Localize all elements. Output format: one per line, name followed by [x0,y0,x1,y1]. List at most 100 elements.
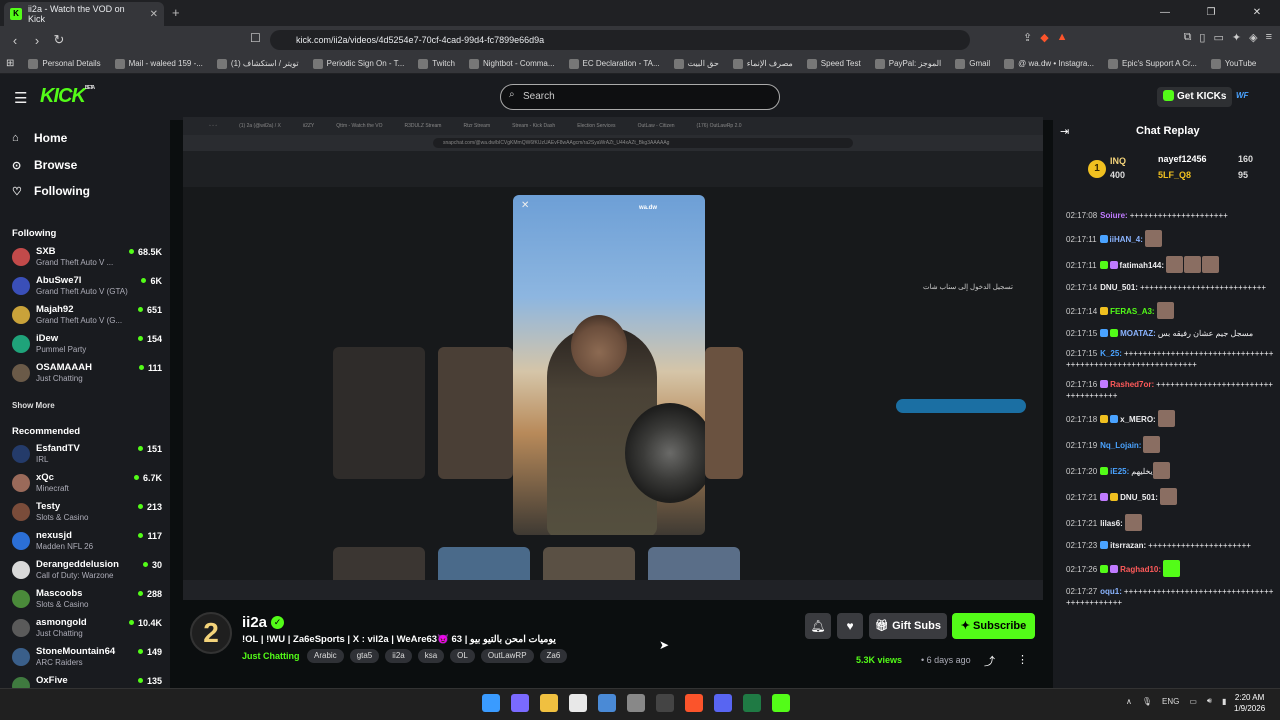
chat-username[interactable]: Nq_Lojain: [1100,441,1141,450]
kick-logo[interactable]: KICKBETA [40,85,95,108]
brave-shield-icon[interactable]: ◆ [1040,31,1048,44]
bookmark-item[interactable]: Epic's Support A Cr... [1108,58,1197,69]
sidebar-channel-testy[interactable]: Testy Slots & Casino 213 [12,500,162,526]
sidebar-icon[interactable]: ▯ [1199,31,1205,44]
vpn-icon[interactable]: ◈ [1249,31,1257,44]
video-player[interactable]: ◦ ◦ ◦ (1) 2a (@wil2a) / Xii2ZY Qttm - Watc… [183,117,1043,600]
sidebar-channel-idew[interactable]: iDew Pummel Party 154 [12,332,162,358]
settings-icon[interactable] [627,694,645,712]
share-icon[interactable]: ⤴ [984,653,995,669]
chat-username[interactable]: x_MERO: [1120,415,1156,424]
sidebar-nav-home[interactable]: ⌂ Home [12,131,67,145]
kick-icon[interactable] [772,694,790,712]
file-explorer-icon[interactable] [540,694,558,712]
channel-name[interactable]: ii2a [242,614,267,631]
maximize-icon[interactable]: ❐ [1188,0,1234,26]
apps-icon[interactable]: ⊞ [6,58,14,69]
show-more-link[interactable]: Show More [12,401,55,410]
chat-username[interactable]: iiHAN_4: [1110,235,1143,244]
copilot-icon[interactable] [511,694,529,712]
taskbar-clock[interactable]: 2:20 AM 1/9/2026 [1234,692,1265,714]
bookmark-item[interactable]: حق البيت [673,58,719,69]
chat-username[interactable]: lilas6: [1100,519,1123,528]
tag-chip[interactable]: OutLawRP [480,649,534,663]
network-icon[interactable]: ▭ [1189,697,1197,706]
bookmark-item[interactable]: Nightbot - Comma... [468,58,555,69]
sidebar-nav-browse[interactable]: ⊙ Browse [12,158,77,172]
notifications-bell-icon[interactable]: 🔔︎ [805,613,831,639]
bookmark-item[interactable]: Gmail [955,58,990,69]
chat-username[interactable]: iE25: [1110,467,1129,476]
bookmark-item[interactable]: Personal Details [28,58,101,69]
bookmark-item[interactable]: Periodic Sign On - T... [312,58,404,69]
bookmark-item[interactable]: YouTube [1210,58,1256,69]
sidebar-channel-majah92[interactable]: Majah92 Grand Theft Auto V (G... 651 [12,303,162,329]
bookmark-item[interactable]: @ wa.dw • Instagra... [1004,58,1094,69]
share-page-icon[interactable]: ⇪ [1023,31,1032,44]
brave-icon[interactable] [685,694,703,712]
sidebar-channel-derangeddelusion[interactable]: Derangeddelusion Call of Duty: Warzone 30 [12,558,162,584]
tag-chip[interactable]: gta5 [349,649,380,663]
bookmark-item[interactable]: مصرف الإنماء [732,58,793,69]
chat-username[interactable]: Raghad10: [1120,565,1161,574]
sidebar-channel-xqc[interactable]: xQc Minecraft 6.7K [12,471,162,497]
bookmark-item[interactable]: (1) تويتر / استكشاف [216,58,299,69]
chat-username[interactable]: Soiure: [1100,211,1128,220]
tag-chip[interactable]: Za6 [539,649,568,663]
url-field[interactable]: kick.com/ii2a/videos/4d5254e7-70cf-4cad-… [270,30,970,50]
bookmark-item[interactable]: Mail - waleed 159 -... [114,58,203,69]
bookmark-item[interactable]: EC Declaration - TA... [568,58,660,69]
chat-username[interactable]: fatimah144: [1120,261,1164,270]
discord-icon[interactable] [714,694,732,712]
language-indicator[interactable]: ENG [1162,697,1179,706]
user-badge-icon[interactable]: WF [1236,91,1248,100]
forward-icon[interactable]: › [26,33,48,48]
chat-username[interactable]: oqu1: [1100,587,1122,596]
excel-icon[interactable] [743,694,761,712]
chat-username[interactable]: itsrrazan: [1110,541,1146,550]
reload-icon[interactable]: ↻ [48,32,70,48]
gift-subs-button[interactable]: 🎁︎ Gift Subs [869,613,947,639]
tag-chip[interactable]: ii2a [385,649,412,663]
chat-username[interactable]: K_25: [1100,349,1122,358]
sidebar-channel-abuswe7l[interactable]: AbuSwe7l Grand Theft Auto V (GTA) 6K [12,274,162,300]
brave-rewards-icon[interactable]: ▲ [1057,31,1068,44]
tab-close-icon[interactable]: ✕ [150,9,158,20]
sidebar-channel-stonemountain64[interactable]: StoneMountain64 ARC Raiders 149 [12,645,162,671]
bookmark-icon[interactable]: ☐ [250,31,261,45]
chat-username[interactable]: DNU_501: [1120,493,1158,502]
notepad-icon[interactable] [569,694,587,712]
sidebar-channel-sxb[interactable]: SXB Grand Theft Auto V ... 68.5K [12,245,162,271]
more-options-icon[interactable]: ⋮ [1017,653,1028,666]
tag-chip[interactable]: ksa [417,649,445,663]
mic-icon[interactable]: 🎙︎ [1142,697,1152,706]
store-icon[interactable] [598,694,616,712]
chat-username[interactable]: FERAS_A3: [1110,307,1154,316]
battery-icon[interactable]: ▮ [1222,697,1226,706]
tag-chip[interactable]: OL [450,649,475,663]
window-close-icon[interactable]: ✕ [1234,0,1280,26]
sidebar-nav-following[interactable]: ♡ Following [12,184,90,198]
sidebar-channel-mascoobs[interactable]: Mascoobs Slots & Casino 288 [12,587,162,613]
new-tab-button[interactable]: + [172,5,180,20]
tray-chevron-icon[interactable]: ∧ [1126,697,1132,706]
menu-icon[interactable]: ≡ [1266,31,1272,44]
wallet-icon[interactable]: ▭ [1213,31,1223,44]
sidebar-channel-asmongold[interactable]: asmongold Just Chatting 10.4K [12,616,162,642]
search-input[interactable]: Search [500,84,780,110]
follow-heart-icon[interactable]: ♥ [837,613,863,639]
chat-username[interactable]: Rashed7or: [1110,380,1154,389]
category-link[interactable]: Just Chatting [242,651,300,661]
volume-icon[interactable]: 🔊︎ [1207,696,1212,706]
channel-avatar[interactable]: 2 [190,612,232,654]
back-icon[interactable]: ‹ [4,33,26,48]
chat-username[interactable]: DNU_501: [1100,283,1138,292]
bookmark-item[interactable]: Speed Test [806,58,861,69]
hamburger-menu-icon[interactable]: ☰ [14,89,27,107]
sidebar-channel-esfandtv[interactable]: EsfandTV IRL 151 [12,442,162,468]
extensions-icon[interactable]: ⧉ [1184,31,1192,44]
browser-tab[interactable]: K ii2a - Watch the VOD on Kick ✕ [4,2,164,26]
subscribe-button[interactable]: ✦ Subscribe [952,613,1035,639]
windows-start-icon[interactable] [482,694,500,712]
sidebar-channel-nexusjd[interactable]: nexusjd Madden NFL 26 117 [12,529,162,555]
